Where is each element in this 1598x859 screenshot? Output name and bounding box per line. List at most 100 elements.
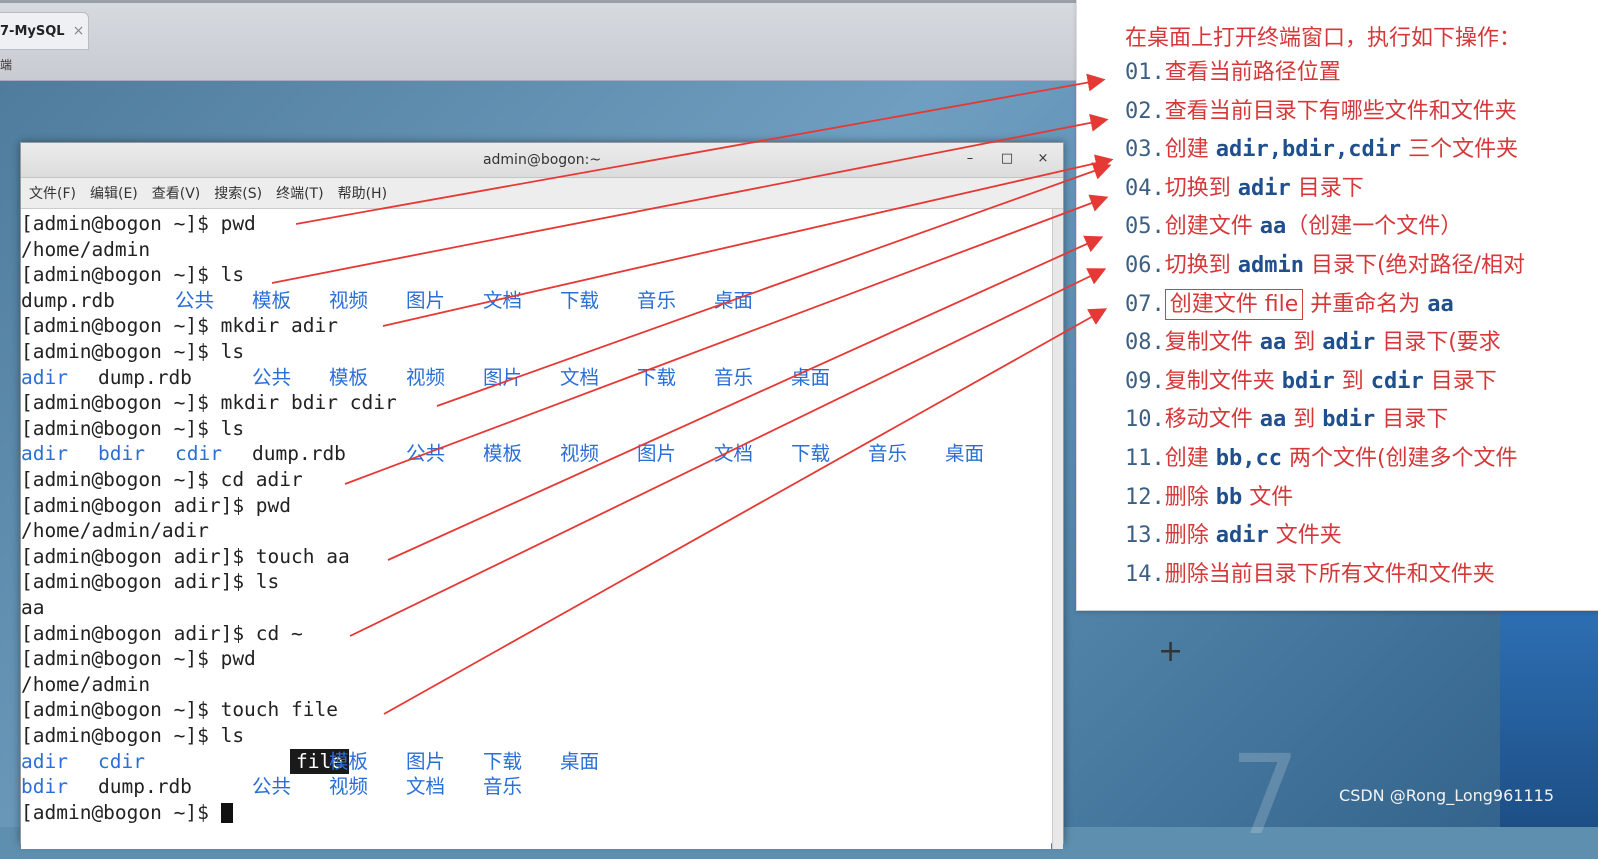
terminal-line: [admin@bogon ~]$ cd adir <box>21 467 303 492</box>
step-keyword: bb,cc <box>1215 446 1282 471</box>
step-item: 01.查看当前路径位置 <box>1125 54 1341 92</box>
step-number: 09. <box>1125 368 1165 394</box>
terminal-line: [admin@bogon adir]$ touch aa <box>21 544 350 569</box>
browser-sub-label: 端 <box>0 58 13 72</box>
terminal-line: aa <box>21 595 44 620</box>
step-text: 到 <box>1286 330 1323 356</box>
terminal-line: /home/admin/adir <box>21 518 209 543</box>
terminal-line: [admin@bogon adir]$ cd ~ <box>21 621 303 646</box>
terminal-scrollbar[interactable] <box>1052 209 1063 849</box>
step-item: 14.删除当前目录下所有文件和文件夹 <box>1125 556 1495 594</box>
step-text: 创建 <box>1164 446 1216 471</box>
directory-entry: 文档 <box>406 775 446 799</box>
step-keyword: adir <box>1322 330 1376 356</box>
step-item: 02.查看当前目录下有哪些文件和文件夹 <box>1125 93 1517 131</box>
file-entry: dump.rdb <box>98 365 192 389</box>
step-text: 复制文件 <box>1164 330 1260 356</box>
step-keyword: aa <box>1259 330 1287 356</box>
step-text: 切换到 <box>1164 175 1238 201</box>
directory-entry: 模板 <box>329 749 369 773</box>
file-entry: dump.rdb <box>252 442 346 466</box>
directory-entry: bdir <box>98 442 145 466</box>
minimize-icon[interactable]: – <box>959 149 981 169</box>
step-text: 目录下(要求 <box>1375 330 1501 356</box>
directory-entry: 公共 <box>406 442 446 466</box>
terminal-line-text: [admin@bogon ~]$ cd adir <box>21 468 303 491</box>
menu-search[interactable]: 搜索(S) <box>214 183 262 203</box>
terminal-line-text: /home/admin/adir <box>21 519 209 543</box>
directory-entry: 公共 <box>252 365 292 389</box>
terminal-line: [admin@bogon adir]$ pwd <box>21 493 291 518</box>
step-item: 03.创建 adir,bdir,cdir 三个文件夹 <box>1125 131 1518 169</box>
instruction-card: 在桌面上打开终端窗口，执行如下操作： 01.查看当前路径位置 02.查看当前目录下… <box>1076 0 1598 611</box>
terminal-titlebar[interactable]: admin@bogon:~ – □ × <box>21 143 1063 178</box>
terminal-line-text: [admin@bogon ~]$ ls <box>21 416 245 440</box>
directory-entry: 音乐 <box>714 365 754 389</box>
terminal-window[interactable]: admin@bogon:~ – □ × 文件(F) 编辑(E) 查看(V) 搜索… <box>20 142 1064 849</box>
step-number: 13. <box>1125 523 1165 549</box>
step-keyword: bb <box>1215 484 1243 510</box>
step-item: 08.复制文件 aa 到 adir 目录下(要求 <box>1125 324 1501 362</box>
browser-tab-label: 7-MySQL <box>0 23 65 39</box>
directory-entry: 音乐 <box>868 442 908 466</box>
terminal-line: [admin@bogon ~]$ pwd <box>21 646 256 671</box>
step-keyword: admin <box>1237 253 1304 278</box>
terminal-line: [admin@bogon ~]$ mkdir adir <box>21 313 338 338</box>
directory-entry: 下载 <box>637 365 677 389</box>
step-text: 查看当前路径位置 <box>1164 60 1341 85</box>
menu-terminal[interactable]: 终端(T) <box>276 183 323 203</box>
directory-entry: 文档 <box>714 442 754 466</box>
directory-entry: 图片 <box>406 288 446 312</box>
directory-entry: 下载 <box>483 749 523 773</box>
step-number: 14. <box>1125 561 1165 587</box>
terminal-line: [admin@bogon ~]$ pwd <box>21 211 256 236</box>
directory-entry: bdir <box>21 775 68 799</box>
divider <box>0 0 1100 3</box>
step-text: 目录下 <box>1423 368 1497 394</box>
terminal-line: [admin@bogon ~]$ ls <box>21 262 244 287</box>
directory-entry: 视频 <box>560 442 600 466</box>
directory-entry: 公共 <box>252 775 292 799</box>
step-item: 09.复制文件夹 bdir 到 cdir 目录下 <box>1125 363 1497 401</box>
terminal-menubar: 文件(F) 编辑(E) 查看(V) 搜索(S) 终端(T) 帮助(H) <box>21 178 1063 209</box>
maximize-icon[interactable]: □ <box>996 149 1018 169</box>
terminal-line-text: [admin@bogon adir]$ pwd <box>21 493 292 517</box>
step-text: 移动文件 <box>1164 407 1260 433</box>
step-number: 07. <box>1125 291 1165 317</box>
directory-entry: 公共 <box>175 288 215 312</box>
step-item: 10.移动文件 aa 到 bdir 目录下 <box>1125 401 1448 439</box>
menu-edit[interactable]: 编辑(E) <box>90 183 138 203</box>
ls-output-line: adir dump.rdb 公共 模板 视频 图片 文档 下载 音乐 桌面 <box>21 365 1021 390</box>
step-keyword: adir <box>1237 175 1291 201</box>
step-item: 04.切换到 adir 目录下 <box>1125 170 1364 208</box>
terminal-line-text: [admin@bogon ~]$ mkdir adir <box>21 314 338 338</box>
browser-tab[interactable]: 7-MySQL × <box>0 12 89 50</box>
step-text: 创建文件 <box>1164 214 1260 240</box>
directory-entry: 模板 <box>329 365 369 389</box>
step-keyword: adir,bdir,cdir <box>1215 137 1402 163</box>
directory-entry: 音乐 <box>637 288 677 312</box>
terminal-line-text: [admin@bogon ~]$ ls <box>21 340 245 363</box>
step-text: 目录下 <box>1290 175 1364 201</box>
step-text: 两个文件(创建多个文件 <box>1281 446 1518 471</box>
terminal-output[interactable]: [admin@bogon ~]$ pwd/home/admin [admin@bo… <box>21 209 1051 849</box>
menu-view[interactable]: 查看(V) <box>152 183 201 203</box>
directory-entry: 模板 <box>483 442 523 466</box>
step-text: 文件夹 <box>1268 523 1342 549</box>
terminal-line: [admin@bogon ~]$ touch file <box>21 697 338 722</box>
ls-output-line: bdir dump.rdb 公共 视频 文档 音乐 <box>21 774 1021 799</box>
directory-entry: 视频 <box>329 288 369 312</box>
close-icon[interactable]: × <box>1032 149 1054 169</box>
directory-entry: 下载 <box>560 288 600 312</box>
menu-file[interactable]: 文件(F) <box>29 183 76 203</box>
menu-help[interactable]: 帮助(H) <box>338 183 387 203</box>
terminal-line-text: [admin@bogon ~]$ mkdir bdir cdir <box>21 391 397 415</box>
watermark: CSDN @Rong_Long961115 <box>1339 786 1554 805</box>
terminal-line-text: [admin@bogon adir]$ cd ~ <box>21 621 303 645</box>
terminal-line-text: [admin@bogon ~]$ ls <box>21 263 245 287</box>
directory-entry: 图片 <box>406 749 446 773</box>
directory-entry: 模板 <box>252 288 292 312</box>
directory-entry: cdir <box>98 749 145 773</box>
directory-entry: 桌面 <box>560 749 600 773</box>
close-icon[interactable]: × <box>73 23 85 39</box>
